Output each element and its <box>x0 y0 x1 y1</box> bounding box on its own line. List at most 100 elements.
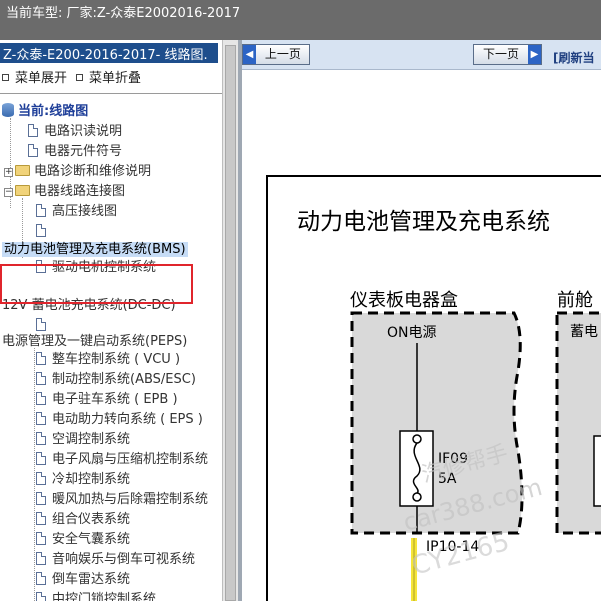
collapse-all-button[interactable]: 菜单折叠 <box>76 67 141 86</box>
tree-root-label: 当前:线路图 <box>18 104 89 119</box>
document-icon <box>36 352 46 365</box>
tree-item-label: 动力电池管理及充电系统(BMS) <box>2 242 188 257</box>
tree-item-fan[interactable]: 电子风扇与压缩机控制系统 <box>36 450 208 470</box>
tree-item-epb[interactable]: 电子驻车系统 ( EPB ) <box>36 390 178 410</box>
expand-all-button[interactable]: 菜单展开 <box>2 67 67 86</box>
window-title: 当前车型: 厂家:Z-众泰E2002016-2017 <box>6 6 241 21</box>
tree-item-label: 空调控制系统 <box>52 432 131 447</box>
tree-item-label: 电子驻车系统 ( EPB ) <box>52 392 178 407</box>
tree-item-radar[interactable]: 倒车雷达系统 <box>36 570 130 590</box>
tree-item-hv-wiring[interactable]: 高压接线图 <box>36 202 117 222</box>
tree-item-airbag[interactable]: 安全气囊系统 <box>36 530 130 550</box>
tree-item-label: 暖风加热与后除霜控制系统 <box>52 492 209 507</box>
document-icon <box>36 472 46 485</box>
left-scrollbar[interactable] <box>222 40 238 601</box>
tree-item-label: 组合仪表系统 <box>52 512 131 527</box>
tree-item-diagnosis[interactable]: + 电路诊断和维修说明 <box>4 162 151 182</box>
tree-item-label: 音响娱乐与倒车可视系统 <box>52 552 196 567</box>
fuse-terminal-top <box>412 434 422 444</box>
highlight-annotation <box>0 264 193 304</box>
model-title: Z-众泰-E200-2016-2017- 线路图. <box>0 43 218 63</box>
collapse-minus-icon[interactable]: − <box>4 188 13 197</box>
document-icon <box>36 492 46 505</box>
tree-item-label: 电器线路连接图 <box>34 184 126 199</box>
expand-all-label: 菜单展开 <box>15 71 68 86</box>
tree-item-label: 冷却控制系统 <box>52 472 131 487</box>
document-icon <box>36 412 46 425</box>
tree-item-peps[interactable]: 电源管理及一键启动系统(PEPS) <box>2 332 187 352</box>
tree-item-label: 中控门锁控制系统 <box>52 592 157 601</box>
fuse-terminal-bottom <box>412 492 422 502</box>
next-page-button[interactable]: 下一页 ▶ <box>473 44 542 65</box>
expand-plus-icon[interactable]: + <box>4 168 13 177</box>
tree-item-blank[interactable] <box>36 222 52 242</box>
tree-item-label: 电器元件符号 <box>44 144 123 159</box>
right-component <box>593 435 601 507</box>
tree-item-ac[interactable]: 空调控制系统 <box>36 430 130 450</box>
tree-item-label: 整车控制系统 ( VCU ) <box>52 352 181 367</box>
prev-page-button[interactable]: ◀ 上一页 <box>242 44 310 65</box>
diagram-svg: 动力电池管理及充电系统 仪表板电器盒 前舱 蓄电 ON电源 IF09 5A IP… <box>266 175 601 601</box>
document-icon <box>36 552 46 565</box>
document-icon <box>36 392 46 405</box>
document-icon <box>36 318 46 331</box>
refresh-link[interactable]: [刷新当 <box>553 49 595 66</box>
document-icon <box>36 224 46 237</box>
tree-item-audio[interactable]: 音响娱乐与倒车可视系统 <box>36 550 195 570</box>
tree-item-label: 电动助力转向系统 ( EPS ) <box>52 412 203 427</box>
left-panel: Z-众泰-E200-2016-2017- 线路图. 菜单展开 菜单折叠 当前:线… <box>0 40 222 601</box>
tree-item-label: 高压接线图 <box>52 204 118 219</box>
prev-page-label: 上一页 <box>264 47 301 61</box>
tree-item-bms[interactable]: 动力电池管理及充电系统(BMS) <box>2 240 188 260</box>
tree-item-connection[interactable]: − 电器线路连接图 <box>4 182 125 202</box>
document-icon <box>36 452 46 465</box>
tree-item-eps[interactable]: 电动助力转向系统 ( EPS ) <box>36 410 203 430</box>
database-icon <box>2 103 14 117</box>
right-box-label: 蓄电 <box>570 324 598 340</box>
tree-item-label: 制动控制系统(ABS/ESC) <box>52 372 196 387</box>
document-icon <box>36 432 46 445</box>
tree-item-cluster[interactable]: 组合仪表系统 <box>36 510 130 530</box>
left-panel-header: Z-众泰-E200-2016-2017- 线路图. 菜单展开 菜单折叠 <box>0 40 222 94</box>
tree-item-label: 安全气囊系统 <box>52 532 131 547</box>
next-page-label: 下一页 <box>483 47 520 61</box>
watermark-text-3: CY2165 <box>409 527 513 582</box>
tree-item-circuit-reading[interactable]: 电路识读说明 <box>28 122 122 142</box>
tree-item-label: 电路识读说明 <box>44 124 123 139</box>
document-icon <box>36 372 46 385</box>
document-icon <box>28 124 38 137</box>
tree-item-label: 电路诊断和维修说明 <box>34 164 152 179</box>
tree-item-symbols[interactable]: 电器元件符号 <box>28 142 122 162</box>
document-icon <box>36 512 46 525</box>
tree-item-label: 电子风扇与压缩机控制系统 <box>52 452 209 467</box>
page-toolbar: ◀ 上一页 下一页 ▶ [刷新当 <box>242 40 601 70</box>
panel-left-label: 仪表板电器盒 <box>350 290 458 311</box>
scrollbar-thumb[interactable] <box>225 45 236 601</box>
square-icon <box>76 74 83 81</box>
tree-connector <box>34 348 35 601</box>
diagram-title: 动力电池管理及充电系统 <box>297 209 550 235</box>
tree-item-label: 倒车雷达系统 <box>52 572 131 587</box>
panel-right-label: 前舱 <box>557 290 593 311</box>
arrow-left-icon: ◀ <box>243 45 256 64</box>
collapse-all-label: 菜单折叠 <box>89 71 142 86</box>
tree-item-label: 电源管理及一键启动系统(PEPS) <box>2 334 188 349</box>
tree-item-cooling[interactable]: 冷却控制系统 <box>36 470 130 490</box>
folder-icon <box>15 165 30 176</box>
title-bar: 当前车型: 厂家:Z-众泰E2002016-2017 <box>0 0 601 40</box>
tree-root[interactable]: 当前:线路图 <box>2 102 88 122</box>
tree-item-doorlock[interactable]: 中控门锁控制系统 <box>36 590 156 601</box>
folder-open-icon <box>15 185 30 196</box>
tree-item-heating[interactable]: 暖风加热与后除霜控制系统 <box>36 490 208 510</box>
document-icon <box>36 592 46 601</box>
navigation-tree: 当前:线路图 电路识读说明 电器元件符号 + 电路诊断和维修说明 − 电器线路连接图… <box>0 98 222 601</box>
wiring-diagram: 动力电池管理及充电系统 仪表板电器盒 前舱 蓄电 ON电源 IF09 5A IP… <box>242 71 601 601</box>
on-power-label: ON电源 <box>387 325 437 341</box>
document-icon <box>36 572 46 585</box>
document-icon <box>36 532 46 545</box>
tree-item-vcu[interactable]: 整车控制系统 ( VCU ) <box>36 350 180 370</box>
document-icon <box>28 144 38 157</box>
tree-item-abs[interactable]: 制动控制系统(ABS/ESC) <box>36 370 196 390</box>
square-icon <box>2 74 9 81</box>
document-icon <box>36 204 46 217</box>
